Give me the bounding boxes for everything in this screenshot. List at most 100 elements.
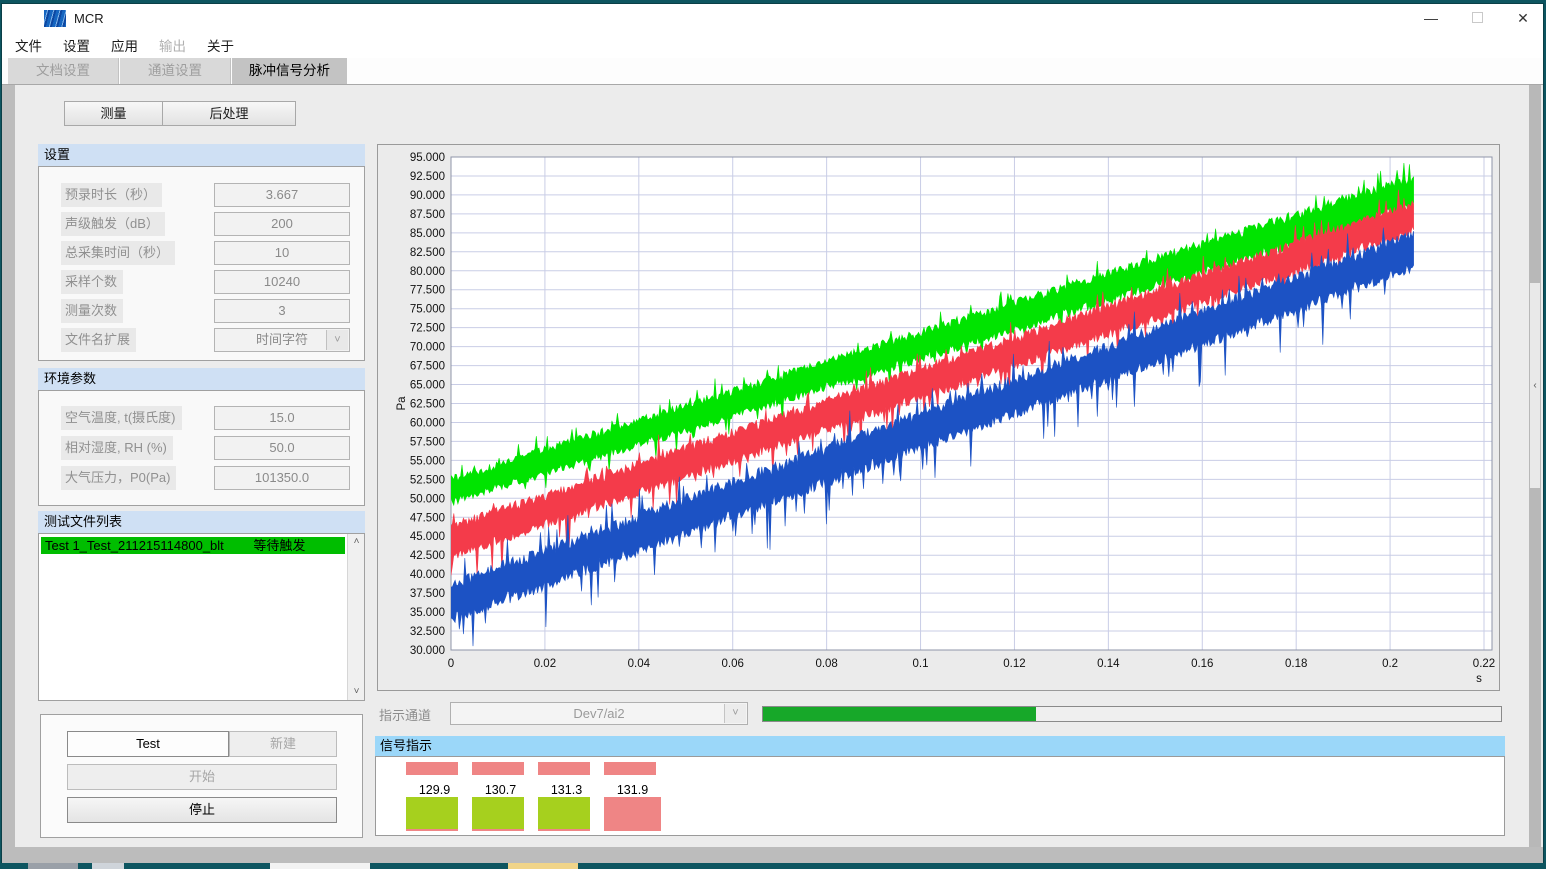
file-name: Test 1_Test_211215114800_blt — [45, 538, 224, 553]
svg-text:42.500: 42.500 — [410, 550, 445, 562]
menu-item-about[interactable]: 关于 — [207, 35, 234, 55]
subtab-measure[interactable]: 测量 — [64, 101, 163, 126]
svg-text:47.500: 47.500 — [410, 512, 445, 524]
stop-button[interactable]: 停止 — [67, 797, 337, 823]
taskbar-fragment — [508, 862, 578, 869]
signal-underline — [406, 829, 458, 831]
signal-value: 130.7 — [472, 783, 529, 797]
svg-text:0: 0 — [448, 658, 454, 670]
relative-humidity-field[interactable]: 50.0 — [214, 436, 350, 460]
trigger-level-field[interactable]: 200 — [214, 212, 350, 236]
file-list-scrollbar[interactable]: ˄ ˅ — [347, 534, 364, 700]
svg-text:62.500: 62.500 — [410, 399, 445, 411]
close-icon: ✕ — [1517, 10, 1529, 26]
svg-text:0.18: 0.18 — [1285, 658, 1307, 670]
environment-box: 空气温度, t(摄氏度) 15.0 相对湿度, RH (%) 50.0 大气压力… — [38, 390, 365, 506]
measure-count-field[interactable]: 3 — [214, 299, 350, 323]
svg-text:45.000: 45.000 — [410, 531, 445, 543]
scroll-down-icon[interactable]: ˅ — [348, 684, 365, 700]
menu-item-application[interactable]: 应用 — [111, 35, 138, 55]
svg-text:95.000: 95.000 — [410, 152, 445, 164]
svg-text:70.000: 70.000 — [410, 342, 445, 354]
indicator-channel-select[interactable]: Dev7/ai2 ˅ — [450, 702, 748, 725]
splitter-collapse-handle[interactable]: ‹ — [1530, 283, 1540, 488]
svg-text:90.000: 90.000 — [410, 190, 445, 202]
sample-count-field[interactable]: 10240 — [214, 270, 350, 294]
menu-item-file[interactable]: 文件 — [15, 35, 42, 55]
menu-item-settings[interactable]: 设置 — [63, 35, 90, 55]
signal-chart: 95.00092.50090.00087.50085.00082.50080.0… — [378, 145, 1499, 690]
svg-text:37.500: 37.500 — [410, 588, 445, 600]
subtab-postprocess[interactable]: 后处理 — [162, 101, 296, 126]
settings-header: 设置 — [38, 144, 365, 166]
svg-text:77.500: 77.500 — [410, 285, 445, 297]
signal-top-bar — [406, 762, 458, 775]
app-logo-icon — [44, 10, 66, 27]
field-label: 预录时长（秒） — [61, 183, 162, 207]
field-label: 声级触发（dB） — [61, 212, 165, 236]
test-name-button[interactable]: Test — [67, 731, 229, 757]
tab-document-settings: 文档设置 — [8, 58, 119, 84]
settings-row: 声级触发（dB） 200 — [61, 212, 351, 236]
signal-level-block — [604, 797, 661, 831]
svg-text:Pa: Pa — [396, 396, 408, 411]
minimize-button[interactable]: — — [1414, 6, 1448, 30]
prerecord-duration-field[interactable]: 3.667 — [214, 183, 350, 207]
chevron-down-icon[interactable]: ˅ — [724, 704, 746, 723]
left-border-strip — [2, 85, 15, 863]
signal-level-block — [406, 797, 458, 831]
filename-extension-select[interactable]: 时间字符 ˅ — [214, 328, 350, 352]
svg-text:67.500: 67.500 — [410, 361, 445, 373]
svg-text:75.000: 75.000 — [410, 304, 445, 316]
svg-text:72.500: 72.500 — [410, 323, 445, 335]
menu-bar: 文件 设置 应用 输出 关于 — [2, 32, 1543, 58]
environment-row: 大气压力，P0(Pa) 101350.0 — [61, 466, 351, 490]
svg-text:80.000: 80.000 — [410, 266, 445, 278]
tab-pulse-signal-analysis[interactable]: 脉冲信号分析 — [232, 58, 347, 84]
svg-text:55.000: 55.000 — [410, 455, 445, 467]
tab-bar: 文档设置 通道设置 脉冲信号分析 — [2, 58, 1543, 84]
chevron-down-icon[interactable]: ˅ — [326, 330, 348, 350]
environment-row: 空气温度, t(摄氏度) 15.0 — [61, 406, 351, 430]
svg-text:0.06: 0.06 — [722, 658, 744, 670]
scroll-up-icon[interactable]: ˄ — [348, 534, 365, 550]
signal-channel-2: 130.7 — [472, 757, 529, 837]
settings-row: 总采集时间（秒） 10 — [61, 241, 351, 265]
taskbar-fragment — [92, 863, 124, 869]
total-time-field[interactable]: 10 — [214, 241, 350, 265]
svg-text:0.02: 0.02 — [534, 658, 556, 670]
svg-text:82.500: 82.500 — [410, 247, 445, 259]
controls-box: Test 新建 开始 停止 — [40, 714, 363, 838]
selected-option: 时间字符 — [256, 332, 308, 347]
acquisition-progress-bar — [762, 706, 1502, 722]
svg-text:30.000: 30.000 — [410, 645, 445, 657]
signal-level-block — [538, 797, 590, 831]
signal-underline — [472, 829, 524, 831]
svg-text:32.500: 32.500 — [410, 626, 445, 638]
svg-text:0.22: 0.22 — [1473, 658, 1495, 670]
signal-channel-1: 129.9 — [406, 757, 463, 837]
svg-text:85.000: 85.000 — [410, 228, 445, 240]
signal-value: 129.9 — [406, 783, 463, 797]
air-temperature-field[interactable]: 15.0 — [214, 406, 350, 430]
svg-text:0.14: 0.14 — [1097, 658, 1120, 670]
chart-panel: 95.00092.50090.00087.50085.00082.50080.0… — [377, 144, 1500, 691]
settings-row: 文件名扩展 时间字符˅ — [61, 328, 351, 352]
list-item[interactable]: Test 1_Test_211215114800_blt 等待触发 — [41, 537, 345, 554]
svg-text:52.500: 52.500 — [410, 474, 445, 486]
signal-level-block — [472, 797, 524, 831]
svg-text:0.12: 0.12 — [1003, 658, 1025, 670]
field-label: 测量次数 — [61, 299, 123, 323]
signal-top-bar — [604, 762, 656, 775]
progress-fill — [763, 707, 1036, 721]
close-button[interactable]: ✕ — [1506, 6, 1540, 30]
svg-text:50.000: 50.000 — [410, 493, 445, 505]
svg-text:60.000: 60.000 — [410, 417, 445, 429]
air-pressure-field[interactable]: 101350.0 — [214, 466, 350, 490]
signal-value: 131.9 — [604, 783, 661, 797]
maximize-button[interactable] — [1460, 6, 1494, 30]
right-splitter-track[interactable]: ‹ — [1529, 85, 1541, 847]
taskbar-fragment — [28, 863, 78, 869]
test-file-list[interactable]: Test 1_Test_211215114800_blt 等待触发 ˄ ˅ — [38, 533, 365, 701]
svg-text:87.500: 87.500 — [410, 209, 445, 221]
